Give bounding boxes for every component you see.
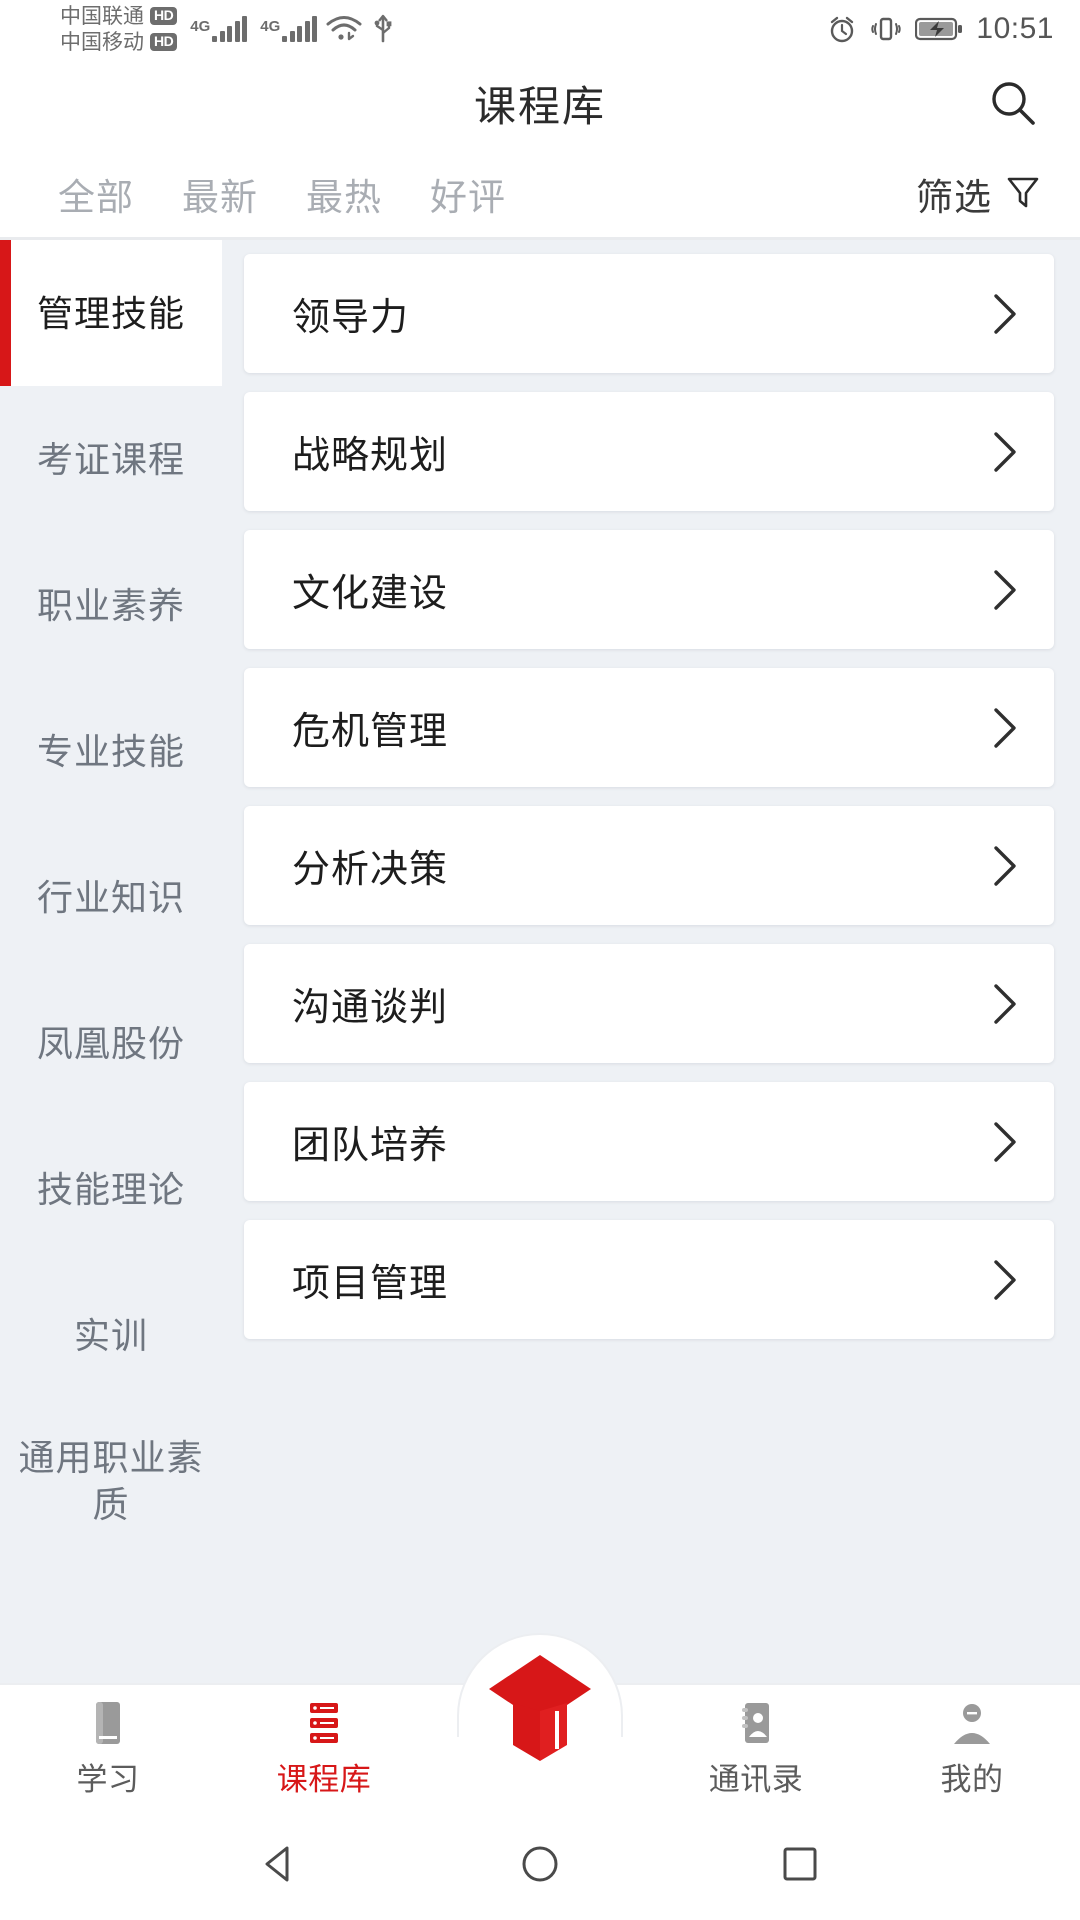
signal-bars-icon-1 [212,16,248,42]
sidebar-item-industry-knowledge[interactable]: 行业知识 [0,824,222,970]
sidebar-item-general-vocational-quality[interactable]: 通用职业素质 [0,1408,222,1554]
nav-item-profile[interactable]: 我的 [864,1685,1080,1799]
chevron-right-icon [984,293,1024,334]
course-title: 项目管理 [292,1263,449,1305]
sidebar-item-label: 管理技能 [36,292,185,334]
search-icon[interactable] [982,72,1044,134]
page-header: 课程库 [0,58,1080,148]
sidebar-item-professional-quality[interactable]: 职业素养 [0,532,222,678]
chevron-right-icon [984,707,1024,748]
chevron-right-icon [984,983,1024,1024]
person-icon [950,1699,994,1747]
square-recents-icon[interactable] [755,1819,845,1909]
list-item[interactable]: 危机管理 [244,668,1054,787]
chevron-right-icon [984,569,1024,610]
sidebar-item-fenghuang-shares[interactable]: 凤凰股份 [0,970,222,1116]
nav-label: 我的 [940,1762,1004,1797]
course-title: 领导力 [292,297,410,339]
nav-label: 通讯录 [708,1762,804,1797]
usb-icon [371,14,395,44]
nav-item-study[interactable]: 学习 [0,1685,216,1799]
vibrate-icon [870,14,902,44]
content-area: 管理技能 考证课程 职业素养 专业技能 行业知识 凤凰股份 技能理论 实训 通用… [0,240,1080,1683]
filter-label: 筛选 [916,177,992,218]
bottom-nav-bar: 学习 课程库 通讯录 我的 [0,1633,1080,1808]
sidebar-item-label: 考证课程 [36,438,185,480]
sort-tabs: 全部 最新 最热 好评 [34,167,530,221]
sidebar-item-label: 专业技能 [36,730,185,772]
triangle-back-icon[interactable] [235,1819,325,1909]
graduation-cap-icon[interactable] [479,1649,601,1761]
carrier-row-2: 中国移动 HD [60,30,178,55]
list-item[interactable]: 沟通谈判 [244,944,1054,1063]
wifi-icon [326,15,362,43]
filter-button[interactable]: 筛选 [916,167,1050,221]
course-title: 文化建设 [292,573,449,615]
carrier-labels: 中国联通 HD 中国移动 HD [60,4,178,55]
android-nav-bar [0,1808,1080,1920]
contacts-icon [734,1699,778,1747]
course-title: 沟通谈判 [292,987,449,1029]
status-bar-left: 中国联通 HD 中国移动 HD 4G 4G [60,4,395,55]
status-bar-right: 10:51 [827,12,1054,46]
course-title: 危机管理 [292,711,449,753]
sidebar-item-specialized-skills[interactable]: 专业技能 [0,678,222,824]
sidebar-item-label: 实训 [73,1314,148,1356]
course-title: 团队培养 [292,1125,449,1167]
tab-hottest[interactable]: 最热 [282,167,406,221]
chevron-right-icon [984,431,1024,472]
nav-item-course-library[interactable]: 课程库 [216,1685,432,1799]
app-root: 中国联通 HD 中国移动 HD 4G 4G 10:51 课程库 全部 最新 最热… [0,0,1080,1920]
list-item[interactable]: 项目管理 [244,1220,1054,1339]
book-icon [86,1699,130,1747]
chevron-right-icon [984,1121,1024,1162]
signal-group-2: 4G [260,16,318,42]
sidebar-item-management-skills[interactable]: 管理技能 [0,240,222,386]
battery-charging-icon [915,16,963,42]
sidebar-item-label: 凤凰股份 [36,1022,185,1064]
category-sidebar[interactable]: 管理技能 考证课程 职业素养 专业技能 行业知识 凤凰股份 技能理论 实训 通用… [0,240,222,1683]
nav-label: 学习 [76,1762,140,1797]
nav-item-contacts[interactable]: 通讯录 [648,1685,864,1799]
sidebar-item-certification-courses[interactable]: 考证课程 [0,386,222,532]
course-title: 战略规划 [292,435,449,477]
nav-label: 课程库 [276,1762,372,1797]
sidebar-item-label: 通用职业素质 [18,1437,204,1525]
funnel-icon [1004,173,1042,216]
sidebar-item-label: 技能理论 [36,1168,185,1210]
list-item[interactable]: 战略规划 [244,392,1054,511]
chevron-right-icon [984,1259,1024,1300]
sidebar-item-label: 行业知识 [36,876,185,918]
list-item[interactable]: 团队培养 [244,1082,1054,1201]
network-type-2: 4G [260,18,281,35]
filter-tab-bar: 全部 最新 最热 好评 筛选 [0,148,1080,240]
carrier-name-1: 中国联通 [60,4,144,28]
circle-home-icon[interactable] [495,1819,585,1909]
carrier-row-1: 中国联通 HD [60,4,178,29]
alarm-icon [827,14,857,44]
status-bar: 中国联通 HD 中国移动 HD 4G 4G 10:51 [0,0,1080,58]
sidebar-item-practical-training[interactable]: 实训 [0,1262,222,1408]
course-title: 分析决策 [292,849,449,891]
signal-group-1: 4G [190,16,248,42]
status-bar-clock: 10:51 [976,12,1054,45]
hd-badge-2: HD [150,33,178,51]
network-type-1: 4G [190,18,211,35]
tab-newest[interactable]: 最新 [158,167,282,221]
list-item[interactable]: 文化建设 [244,530,1054,649]
sidebar-item-skill-theory[interactable]: 技能理论 [0,1116,222,1262]
tab-top-rated[interactable]: 好评 [406,167,530,221]
list-item[interactable]: 分析决策 [244,806,1054,925]
hd-badge-1: HD [150,7,178,25]
chevron-right-icon [984,845,1024,886]
page-title: 课程库 [473,82,606,130]
list-item[interactable]: 领导力 [244,254,1054,373]
course-list-icon [301,1699,347,1747]
signal-bars-icon-2 [282,16,318,42]
course-list: 领导力 战略规划 文化建设 危机管理 分析决策 沟通谈判 团队培养 项目管理 [222,240,1080,1683]
carrier-name-2: 中国移动 [60,30,144,54]
tab-all[interactable]: 全部 [34,167,158,221]
sidebar-item-label: 职业素养 [36,584,185,626]
